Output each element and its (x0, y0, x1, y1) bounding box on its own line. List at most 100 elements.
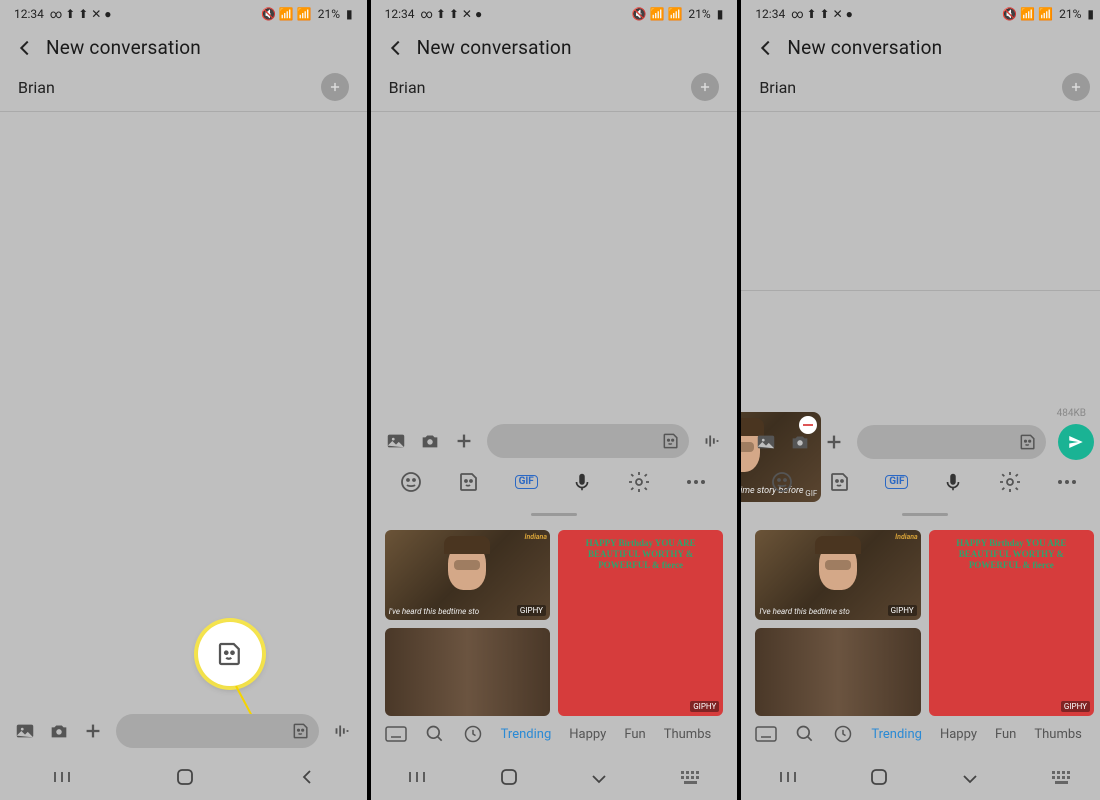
gif-tile-indiana[interactable]: IndianaI've heard this bedtime stoGIPHY (755, 530, 920, 620)
header: New conversation (371, 28, 738, 73)
header: New conversation (741, 28, 1100, 73)
category-fun[interactable]: Fun (995, 727, 1016, 742)
add-icon[interactable] (82, 720, 104, 742)
nav-home[interactable] (870, 768, 888, 790)
status-bar: 12:34∞ ⬆ ⬆ ✕ ● 🔇 📶 📶21%▮ (0, 0, 367, 28)
gif-tile-birthday[interactable]: GIPHY (558, 530, 723, 716)
nav-keyboard-icon[interactable] (681, 770, 701, 789)
battery-pct: 21% (318, 7, 340, 21)
camera-icon[interactable] (419, 430, 441, 452)
recipient-name: Brian (389, 78, 426, 97)
category-happy[interactable]: Happy (940, 727, 977, 742)
gif-tab-active[interactable]: GIF (885, 475, 908, 489)
gif-tile-hands[interactable] (755, 628, 920, 716)
category-thumbs[interactable]: Thumbs (664, 727, 712, 742)
gallery-icon[interactable] (14, 720, 36, 742)
nav-home[interactable] (500, 768, 518, 790)
gif-tile-indiana[interactable]: IndianaI've heard this bedtime stoGIPHY (385, 530, 550, 620)
clock: 12:34 (385, 7, 415, 21)
sticker-icon[interactable] (661, 431, 681, 451)
nav-keyboard-icon[interactable] (1052, 770, 1072, 789)
system-nav (741, 758, 1100, 800)
recipient-row: Brian (371, 73, 738, 112)
gallery-icon[interactable] (385, 430, 407, 452)
camera-icon[interactable] (789, 431, 811, 453)
nav-down[interactable] (961, 770, 979, 789)
status-icons-right: 🔇 📶 📶 (1002, 7, 1053, 21)
battery-icon: ▮ (346, 7, 353, 21)
keyboard-icon[interactable] (385, 726, 407, 742)
status-icons-left: ∞ ⬆ ⬆ ✕ ● (791, 7, 853, 21)
nav-recents[interactable] (778, 769, 798, 789)
message-input[interactable] (487, 424, 690, 458)
status-icons-right: 🔇 📶 📶 (261, 7, 312, 21)
mic-icon[interactable] (942, 471, 964, 493)
category-thumbs[interactable]: Thumbs (1034, 727, 1082, 742)
settings-icon[interactable] (627, 470, 651, 494)
back-button[interactable] (385, 37, 407, 59)
category-row: Trending Happy Fun Thumbs (371, 724, 738, 744)
system-nav (0, 758, 367, 800)
highlight-sticker-callout (198, 622, 262, 686)
keyboard-icon[interactable] (755, 726, 777, 742)
nav-recents[interactable] (407, 769, 427, 789)
sticker-icon[interactable] (291, 721, 311, 741)
status-bar: 12:34∞ ⬆ ⬆ ✕ ● 🔇 📶 📶21%▮ (371, 0, 738, 28)
gif-grid: IndianaI've heard this bedtime stoGIPHY … (385, 530, 724, 716)
recipient-name: Brian (18, 78, 55, 97)
gif-tile-hands[interactable] (385, 628, 550, 716)
emoji-tab[interactable] (399, 470, 423, 494)
battery-icon: ▮ (1087, 7, 1094, 21)
system-nav (371, 758, 738, 800)
gallery-icon[interactable] (755, 431, 777, 453)
back-button[interactable] (755, 37, 777, 59)
message-input[interactable] (116, 714, 319, 748)
add-recipient-button[interactable] (691, 73, 719, 101)
drag-handle[interactable] (531, 513, 577, 516)
category-trending[interactable]: Trending (501, 727, 552, 742)
add-recipient-button[interactable] (1062, 73, 1090, 101)
header: New conversation (0, 28, 367, 73)
sticker-tab[interactable] (828, 470, 852, 494)
add-recipient-button[interactable] (321, 73, 349, 101)
nav-recents[interactable] (52, 769, 72, 789)
send-button[interactable] (1058, 424, 1094, 460)
nav-back[interactable] (299, 769, 315, 789)
nav-down[interactable] (590, 770, 608, 789)
settings-icon[interactable] (998, 470, 1022, 494)
recent-icon[interactable] (463, 724, 483, 744)
keyboard-tab-row: GIF (741, 470, 1100, 494)
camera-icon[interactable] (48, 720, 70, 742)
message-input[interactable] (857, 425, 1046, 459)
voice-icon[interactable] (701, 430, 723, 452)
more-icon[interactable] (1055, 478, 1079, 486)
back-button[interactable] (14, 37, 36, 59)
more-icon[interactable] (684, 478, 708, 486)
category-happy[interactable]: Happy (569, 727, 606, 742)
compose-bar (371, 424, 738, 458)
sticker-icon[interactable] (1018, 432, 1038, 452)
battery-pct: 21% (1059, 7, 1081, 21)
gif-tab-active[interactable]: GIF (515, 475, 538, 489)
gif-grid: IndianaI've heard this bedtime stoGIPHY … (755, 530, 1094, 716)
nav-home[interactable] (176, 768, 194, 790)
category-fun[interactable]: Fun (624, 727, 645, 742)
emoji-tab[interactable] (770, 470, 794, 494)
category-row: Trending Happy Fun Thumbs (741, 724, 1100, 744)
search-icon[interactable] (795, 724, 815, 744)
search-icon[interactable] (425, 724, 445, 744)
sticker-tab[interactable] (457, 470, 481, 494)
voice-icon[interactable] (331, 720, 353, 742)
page-title: New conversation (46, 36, 201, 59)
clock: 12:34 (755, 7, 785, 21)
add-icon[interactable] (823, 431, 845, 453)
drag-handle[interactable] (902, 513, 948, 516)
gif-tile-birthday[interactable]: GIPHY (929, 530, 1094, 716)
status-icons-right: 🔇 📶 📶 (632, 7, 683, 21)
mic-icon[interactable] (571, 471, 593, 493)
compose-bar (0, 714, 367, 748)
recent-icon[interactable] (833, 724, 853, 744)
category-trending[interactable]: Trending (871, 727, 922, 742)
add-icon[interactable] (453, 430, 475, 452)
recipient-row: Brian (741, 73, 1100, 112)
